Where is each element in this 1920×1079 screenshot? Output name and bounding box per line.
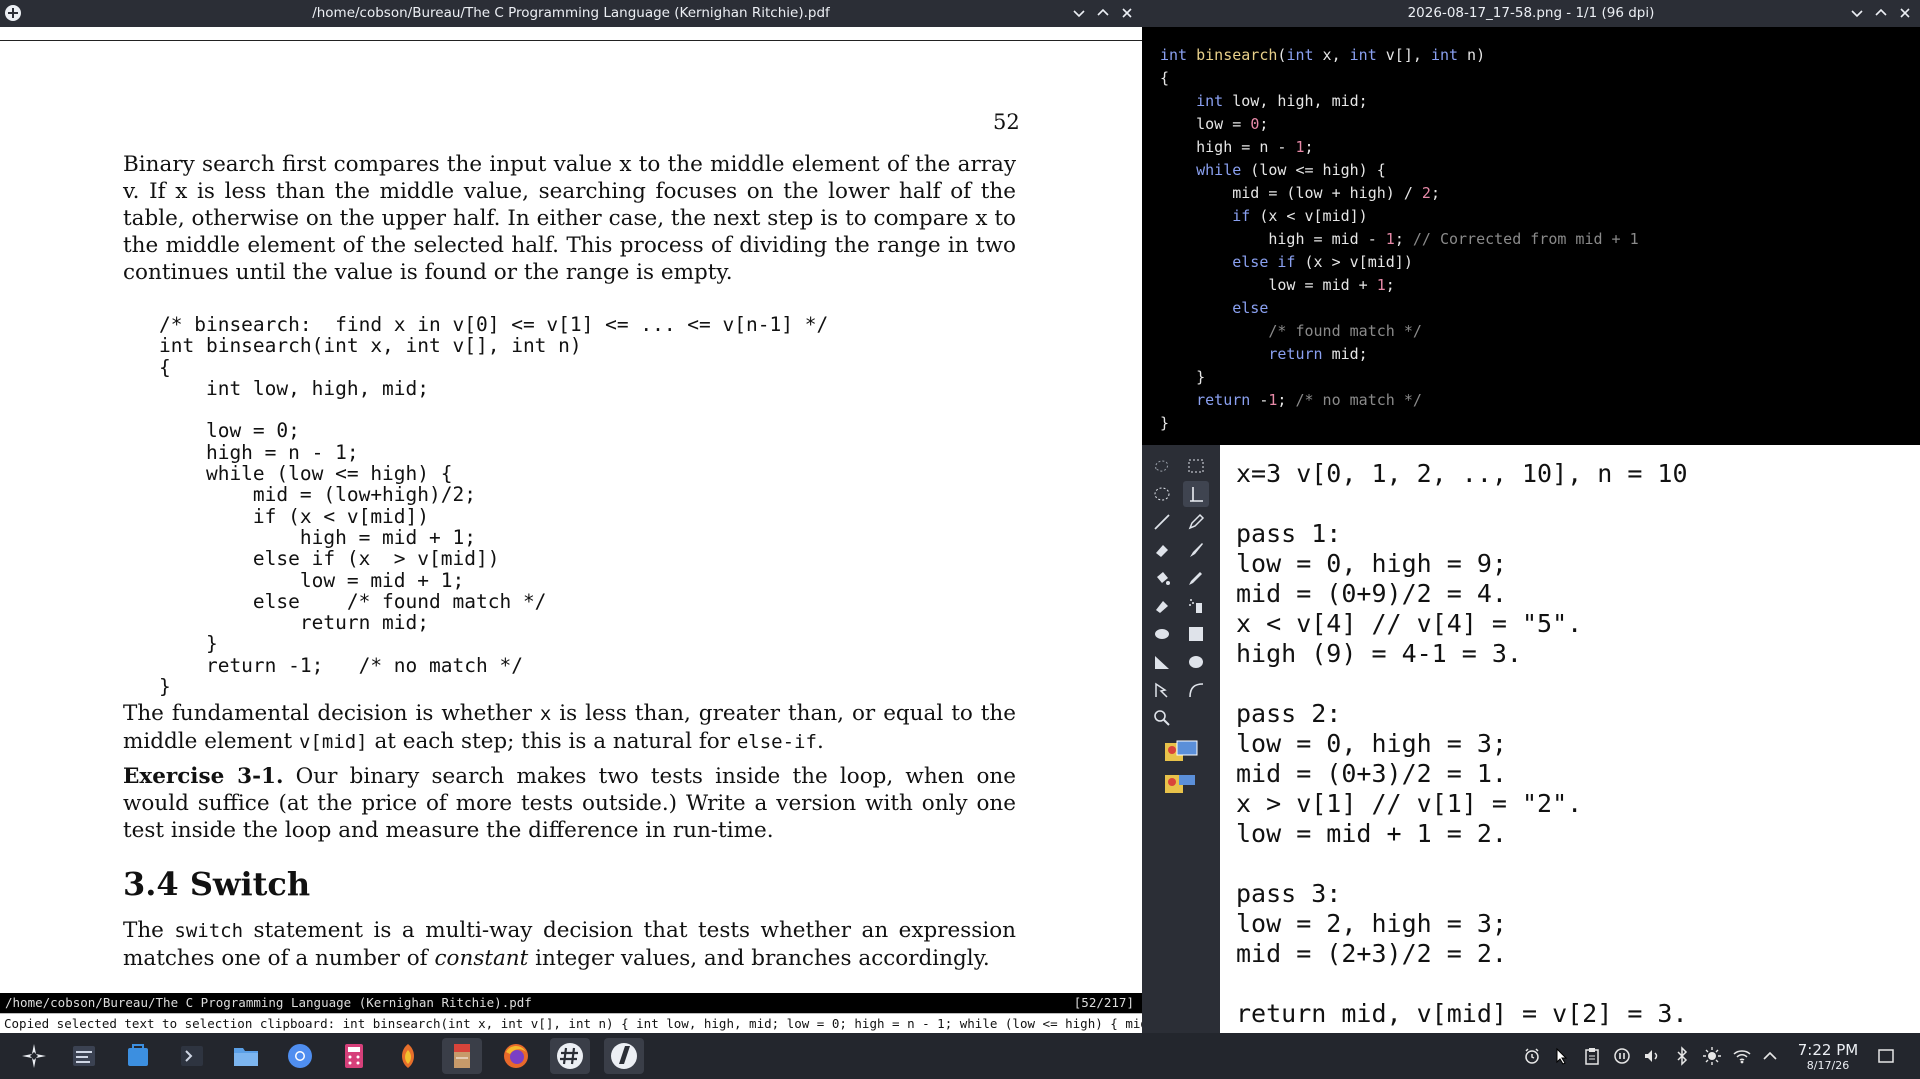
page-divider [0, 40, 1142, 41]
hashtag-app-icon[interactable] [550, 1038, 590, 1074]
oval-shape-icon[interactable] [1183, 649, 1209, 675]
maximize-icon[interactable] [1094, 4, 1112, 22]
minimize-icon[interactable] [1070, 4, 1088, 22]
pdf-window-title: /home/cobson/Bureau/The C Programming La… [312, 5, 830, 21]
minimize-icon[interactable] [1848, 4, 1866, 22]
fill-bucket-icon[interactable] [1149, 565, 1175, 591]
status-path: /home/cobson/Bureau/The C Programming La… [5, 995, 532, 1010]
pdf-page[interactable]: 52 Binary search first compares the inpu… [0, 27, 1142, 993]
zoom-icon[interactable] [1149, 705, 1175, 731]
image-viewer-titlebar[interactable]: 2026-08-17_17-58.png - 1/1 (96 dpi) [1142, 0, 1920, 27]
paint-toolbox [1142, 445, 1220, 1033]
ellipse-select-icon[interactable] [1149, 481, 1175, 507]
brush-icon[interactable] [1183, 537, 1209, 563]
rect-select-icon[interactable] [1183, 453, 1209, 479]
task-manager-icon[interactable] [64, 1038, 104, 1074]
calculator-icon[interactable] [334, 1038, 374, 1074]
close-icon[interactable] [1118, 4, 1136, 22]
volume-icon[interactable] [1642, 1046, 1662, 1066]
pdf-statusbar: /home/cobson/Bureau/The C Programming La… [0, 993, 1142, 1013]
free-select-icon[interactable] [1149, 453, 1175, 479]
image-viewer-window: 2026-08-17_17-58.png - 1/1 (96 dpi) int … [1142, 0, 1920, 445]
polygon-shape-icon[interactable] [1149, 649, 1175, 675]
pdf-titlebar[interactable]: /home/cobson/Bureau/The C Programming La… [0, 0, 1142, 27]
line-tool-icon[interactable] [1149, 509, 1175, 535]
paint-app-icon[interactable] [442, 1038, 482, 1074]
clock-time: 7:22 PM [1797, 1041, 1859, 1059]
canvas-options-icon[interactable] [1159, 735, 1198, 763]
code-screenshot-image: int binsearch(int x, int v[], int n) { i… [1160, 46, 1639, 432]
clipboard-message: Copied selected text to selection clipbo… [4, 1016, 1142, 1031]
image-viewer-app-icon[interactable] [604, 1038, 644, 1074]
rectangle-shape-icon[interactable] [1183, 621, 1209, 647]
terminal-icon[interactable] [172, 1038, 212, 1074]
paragraph-fundamental-decision: The fundamental decision is whether x is… [123, 701, 1016, 754]
exercise-label: Exercise 3-1. [123, 764, 284, 789]
clock[interactable]: 7:22 PM 8/17/26 [1788, 1041, 1868, 1073]
clock-date: 8/17/26 [1806, 1059, 1850, 1072]
app-launcher-icon[interactable] [14, 1038, 54, 1074]
clipboard-icon[interactable] [1582, 1046, 1602, 1066]
tray-expand-icon[interactable] [1760, 1046, 1780, 1066]
cursor-icon[interactable] [1552, 1046, 1572, 1066]
page-number: 52 [993, 110, 1020, 134]
canvas-notes[interactable]: x=3 v[0, 1, 2, .., 10], n = 10 pass 1: l… [1236, 459, 1688, 1029]
curve-tool-icon[interactable] [1183, 677, 1209, 703]
taskbar: 7:22 PM 8/17/26 [0, 1033, 1920, 1079]
ellipse-shape-icon[interactable] [1149, 621, 1175, 647]
close-icon[interactable] [1896, 4, 1914, 22]
eraser-icon[interactable] [1149, 537, 1175, 563]
firefox-icon[interactable] [496, 1038, 536, 1074]
color-picker-icon[interactable] [1183, 565, 1209, 591]
binsearch-code-listing: /* binsearch: find x in v[0] <= v[1] <= … [159, 313, 829, 699]
maximize-icon[interactable] [1872, 4, 1890, 22]
bluetooth-icon[interactable] [1672, 1046, 1692, 1066]
highlighter-icon[interactable] [1149, 593, 1175, 619]
paragraph-binary-search: Binary search first compares the input v… [123, 152, 1016, 285]
chromium-icon[interactable] [280, 1038, 320, 1074]
paragraph-switch: The switch statement is a multi-way deci… [123, 918, 1016, 971]
pencil-icon[interactable] [1183, 509, 1209, 535]
drawing-app-icon[interactable] [388, 1038, 428, 1074]
media-pause-icon[interactable] [1612, 1046, 1632, 1066]
brightness-icon[interactable] [1702, 1046, 1722, 1066]
file-manager-icon[interactable] [226, 1038, 266, 1074]
alarm-icon[interactable] [1522, 1046, 1542, 1066]
exercise-3-1: Exercise 3-1. Our binary search makes tw… [123, 764, 1016, 843]
store-icon[interactable] [118, 1038, 158, 1074]
section-heading: 3.4 Switch [123, 865, 311, 903]
spray-icon[interactable] [1183, 593, 1209, 619]
free-shape-icon[interactable] [1149, 677, 1175, 703]
wifi-icon[interactable] [1732, 1046, 1752, 1066]
paint-app-window: x=3 v[0, 1, 2, .., 10], n = 10 pass 1: l… [1142, 445, 1920, 1033]
image-options-icon[interactable] [1159, 767, 1197, 795]
image-viewer-title: 2026-08-17_17-58.png - 1/1 (96 dpi) [1407, 5, 1655, 21]
status-page-indicator: [52/217] [1073, 995, 1134, 1010]
pdf-viewer-window: /home/cobson/Bureau/The C Programming La… [0, 0, 1142, 1034]
text-tool-icon[interactable] [1183, 481, 1209, 507]
show-desktop-icon[interactable] [1876, 1046, 1896, 1066]
pdf-message-line: Copied selected text to selection clipbo… [0, 1013, 1142, 1034]
